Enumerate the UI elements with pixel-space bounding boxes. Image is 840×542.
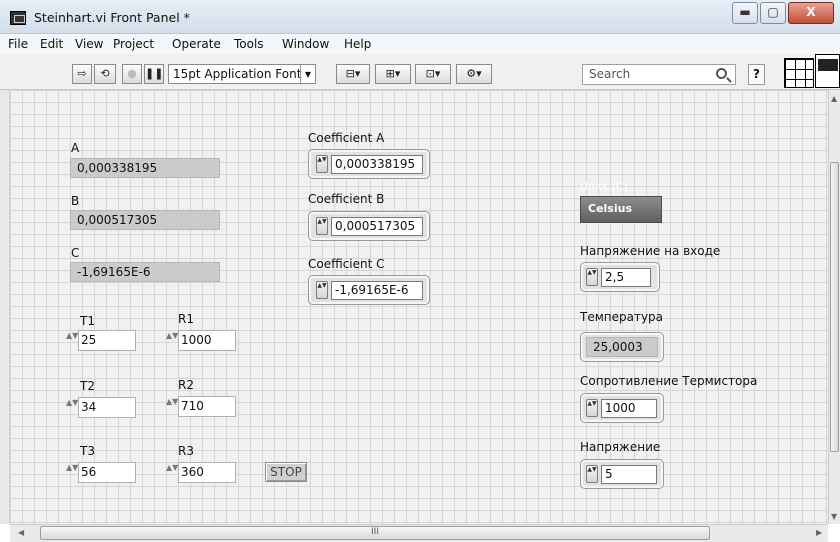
- a-indicator: 0,000338195: [70, 158, 220, 178]
- help-icon[interactable]: ?: [748, 64, 765, 85]
- menu-operate[interactable]: Operate: [172, 37, 221, 51]
- menu-window[interactable]: Window: [282, 37, 329, 51]
- scroll-down-icon[interactable]: ▼: [831, 512, 837, 521]
- vi-icon[interactable]: [815, 54, 840, 88]
- input-voltage-field[interactable]: 2,5: [601, 268, 651, 287]
- coefficient-a-label: Coefficient A: [308, 131, 385, 145]
- connector-pane-icon[interactable]: [784, 58, 814, 88]
- r1-stepper[interactable]: ▲▼: [166, 331, 178, 351]
- menu-bar: File Edit View Project Operate Tools Win…: [0, 34, 840, 54]
- input-voltage-label: Напряжение на входе: [580, 244, 721, 258]
- coefficient-b-field[interactable]: 0,000517305: [331, 217, 423, 236]
- menu-edit[interactable]: Edit: [40, 37, 63, 51]
- resistance-control: ▲▼ 1000: [580, 393, 664, 423]
- search-input[interactable]: Search: [582, 64, 736, 85]
- units-enum[interactable]: Celsius: [580, 196, 662, 223]
- panel-left-edge: [0, 90, 10, 524]
- coefficient-c-stepper[interactable]: ▲▼: [316, 281, 328, 299]
- coefficient-a-field[interactable]: 0,000338195: [331, 155, 423, 174]
- r2-stepper[interactable]: ▲▼: [166, 397, 178, 417]
- r3-label: R3: [178, 444, 194, 458]
- coefficient-b-stepper[interactable]: ▲▼: [316, 217, 328, 235]
- menu-file[interactable]: File: [8, 37, 28, 51]
- coefficient-a-stepper[interactable]: ▲▼: [316, 155, 328, 173]
- pause-button[interactable]: ❚❚: [144, 64, 164, 84]
- temperature-value: 25,0003: [586, 337, 658, 357]
- chevron-down-icon: ▾: [299, 65, 311, 83]
- r1-field[interactable]: 1000: [178, 330, 236, 351]
- run-continuously-button[interactable]: ⟲: [94, 64, 116, 84]
- align-objects-button[interactable]: ⊟▾: [336, 64, 370, 84]
- temperature-label: Температура: [580, 310, 664, 324]
- minimize-button[interactable]: ▬: [732, 2, 758, 24]
- r2-field[interactable]: 710: [178, 396, 236, 417]
- a-label: A: [71, 141, 80, 155]
- voltage-label: Напряжение: [580, 440, 661, 454]
- reorder-button[interactable]: ⚙▾: [456, 64, 492, 84]
- resistance-stepper[interactable]: ▲▼: [586, 399, 598, 417]
- t1-label: T1: [80, 314, 95, 328]
- resistance-field[interactable]: 1000: [601, 399, 657, 418]
- stop-button[interactable]: STOP: [265, 462, 307, 482]
- r3-stepper[interactable]: ▲▼: [166, 463, 178, 483]
- t1-stepper[interactable]: ▲▼: [66, 331, 78, 351]
- t3-stepper[interactable]: ▲▼: [66, 463, 78, 483]
- r2-label: R2: [178, 378, 194, 392]
- distribute-objects-button[interactable]: ⊞▾: [375, 64, 411, 84]
- search-icon[interactable]: [716, 68, 727, 79]
- menu-tools[interactable]: Tools: [234, 37, 264, 51]
- maximize-button[interactable]: ▢: [760, 2, 786, 24]
- voltage-control: ▲▼ 5: [580, 459, 664, 489]
- title-bar: Steinhart.vi Front Panel * ▬ ▢ X: [0, 0, 840, 34]
- r1-label: R1: [178, 312, 194, 326]
- t2-label: T2: [80, 379, 95, 393]
- resize-objects-button[interactable]: ⊡▾: [415, 64, 451, 84]
- input-voltage-control: ▲▼ 2,5: [580, 262, 660, 292]
- resistance-label: Сопротивление Термистора: [580, 374, 758, 388]
- voltage-stepper[interactable]: ▲▼: [586, 465, 598, 483]
- scroll-right-icon[interactable]: ▶: [816, 528, 822, 537]
- t2-field[interactable]: 34: [78, 397, 136, 418]
- units-label: Units (C): [580, 180, 628, 193]
- t3-label: T3: [80, 444, 95, 458]
- horizontal-scroll-thumb[interactable]: III: [40, 526, 710, 540]
- voltage-field[interactable]: 5: [601, 465, 657, 484]
- coefficient-a-control: ▲▼ 0,000338195: [308, 149, 430, 179]
- menu-project[interactable]: Project: [113, 37, 154, 51]
- scroll-up-icon[interactable]: ▲: [831, 94, 837, 103]
- run-button[interactable]: ⇨: [72, 64, 92, 84]
- b-indicator: 0,000517305: [70, 210, 220, 230]
- scroll-left-icon[interactable]: ◀: [18, 528, 24, 537]
- font-selector-label: 15pt Application Font: [173, 67, 302, 81]
- font-selector[interactable]: 15pt Application Font ▾: [168, 64, 316, 84]
- b-label: B: [71, 194, 80, 208]
- menu-view[interactable]: View: [75, 37, 103, 51]
- search-placeholder: Search: [589, 67, 631, 81]
- close-button[interactable]: X: [788, 2, 834, 24]
- vertical-scroll-thumb[interactable]: [830, 162, 839, 452]
- t2-stepper[interactable]: ▲▼: [66, 398, 78, 418]
- coefficient-c-field[interactable]: -1,69165E-6: [331, 281, 423, 300]
- labview-app-icon: [10, 11, 26, 25]
- window-title: Steinhart.vi Front Panel *: [34, 10, 190, 25]
- coefficient-b-control: ▲▼ 0,000517305: [308, 211, 430, 241]
- c-indicator: -1,69165E-6: [70, 262, 220, 282]
- coefficient-c-label: Coefficient C: [308, 257, 385, 271]
- coefficient-b-label: Coefficient B: [308, 192, 385, 206]
- abort-button[interactable]: ●: [122, 64, 142, 84]
- c-label: C: [71, 246, 80, 260]
- t3-field[interactable]: 56: [78, 462, 136, 483]
- menu-help[interactable]: Help: [344, 37, 371, 51]
- coefficient-c-control: ▲▼ -1,69165E-6: [308, 275, 430, 305]
- r3-field[interactable]: 360: [178, 462, 236, 483]
- t1-field[interactable]: 25: [78, 330, 136, 351]
- temperature-indicator: 25,0003: [580, 332, 664, 362]
- input-voltage-stepper[interactable]: ▲▼: [586, 268, 598, 286]
